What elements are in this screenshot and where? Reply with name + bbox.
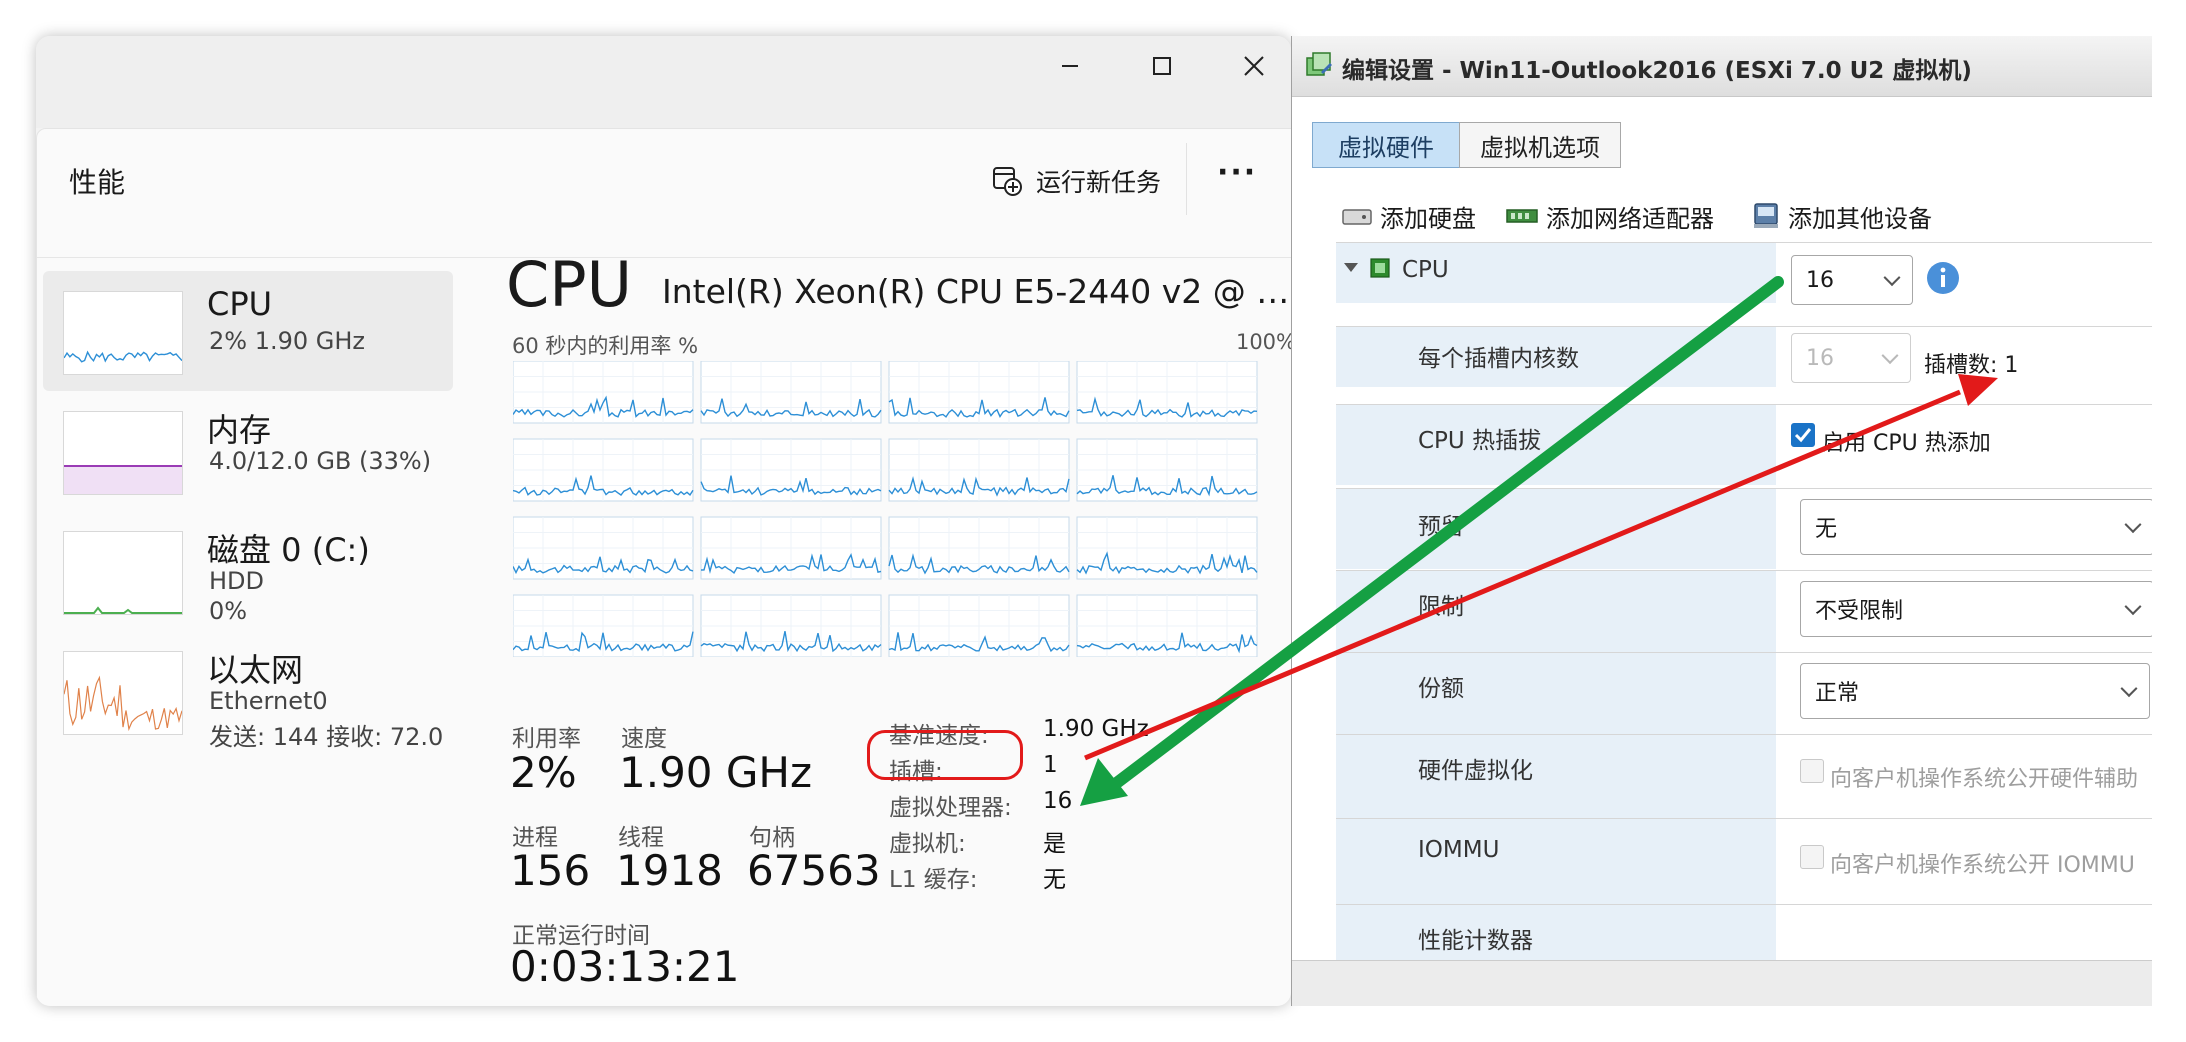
red-arrow-annotation bbox=[1084, 374, 1998, 761]
annotation-arrows bbox=[1080, 276, 1998, 806]
green-arrow-annotation bbox=[1080, 276, 1784, 806]
